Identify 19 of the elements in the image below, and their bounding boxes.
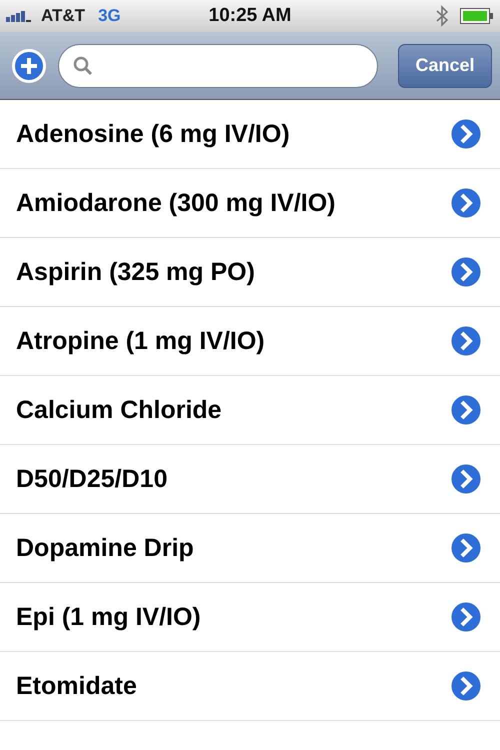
- medication-name[interactable]: Etomidate: [16, 672, 137, 700]
- bluetooth-icon: [436, 5, 448, 27]
- add-button[interactable]: [12, 48, 46, 82]
- clock-time: 10:25 AM: [208, 5, 292, 27]
- battery-icon: [460, 8, 494, 24]
- search-field[interactable]: [58, 44, 378, 88]
- medication-name[interactable]: Atropine (1 mg IV/IO): [16, 326, 265, 356]
- carrier-name: AT&T: [41, 6, 86, 26]
- medication-name[interactable]: Dopamine Drip: [16, 534, 194, 562]
- medication-name[interactable]: D50/D25/D10: [16, 464, 168, 494]
- medication-name[interactable]: Epi (1 mg IV/IO): [16, 602, 201, 632]
- medication-name[interactable]: Aspirin (325 mg PO): [16, 258, 255, 286]
- plus-icon: [12, 48, 46, 82]
- medication-name[interactable]: Amiodarone (300 mg IV/IO): [16, 188, 336, 218]
- network-type: 3G: [98, 6, 121, 26]
- search-icon: [73, 56, 93, 76]
- medication-name[interactable]: Calcium Chloride: [16, 396, 222, 424]
- medication-name[interactable]: Adenosine (6 mg IV/IO): [16, 120, 290, 148]
- cancel-button[interactable]: Cancel: [398, 44, 492, 88]
